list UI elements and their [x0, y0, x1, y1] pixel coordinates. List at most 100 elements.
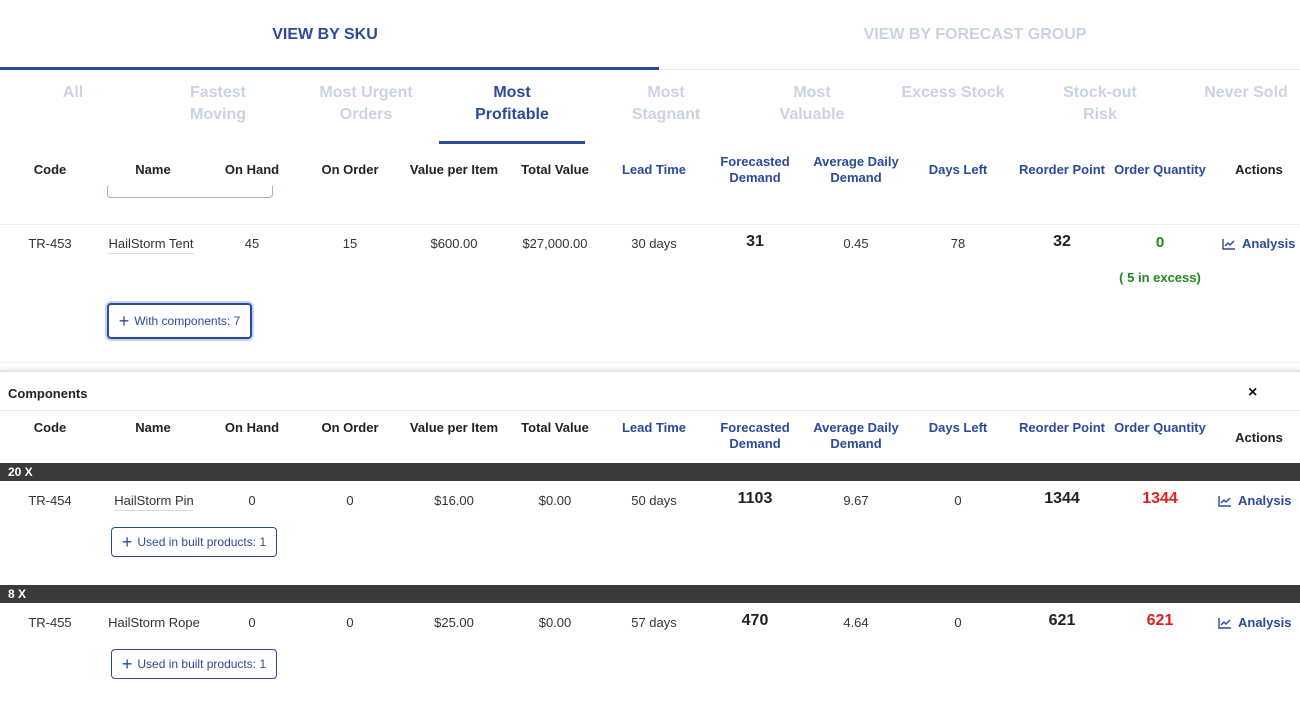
row-excess-note: ( 5 in excess): [1119, 270, 1201, 285]
filter-tab-excess-stock[interactable]: Excess Stock: [892, 82, 1014, 104]
row-divider: [0, 224, 1300, 225]
line-chart-icon: [1218, 495, 1231, 507]
filter-tab-most-valuable[interactable]: Most Valuable: [762, 82, 862, 126]
comp-col-days-left[interactable]: Days Left: [918, 410, 998, 446]
analysis-label: Analysis: [1238, 493, 1292, 508]
used-in-built-products-button[interactable]: + Used in built products: 1: [111, 527, 277, 557]
row-on-order: 15: [342, 236, 358, 251]
filter-tab-never-sold[interactable]: Never Sold: [1196, 82, 1296, 104]
comp-row-average-daily-demand: 4.64: [843, 615, 869, 630]
previous-components-button[interactable]: [107, 186, 273, 198]
col-lead-time[interactable]: Lead Time: [614, 152, 694, 188]
comp-col-on-order[interactable]: On Order: [310, 410, 390, 446]
col-actions: Actions: [1235, 162, 1283, 177]
col-value-per-item[interactable]: Value per Item: [402, 152, 506, 188]
filter-tab-fastest-moving[interactable]: Fastest Moving: [168, 82, 268, 126]
used-in-built-products-button[interactable]: + Used in built products: 1: [111, 649, 277, 679]
quantity-group-bar: 8 X: [0, 585, 1300, 603]
row-reorder-point: 32: [1053, 233, 1071, 250]
row-code: TR-453: [28, 236, 72, 251]
comp-row-on-order: 0: [346, 493, 354, 508]
comp-row-reorder-point: 621: [1048, 612, 1076, 629]
comp-col-forecasted-demand[interactable]: Forecasted Demand: [710, 418, 800, 454]
row-total-value: $27,000.00: [522, 236, 588, 251]
col-on-hand[interactable]: On Hand: [212, 152, 292, 188]
row-on-hand: 45: [244, 236, 260, 251]
comp-row-lead-time: 50 days: [631, 493, 677, 508]
tab-view-by-sku[interactable]: VIEW BY SKU: [0, 0, 650, 70]
comp-row-days-left: 0: [954, 493, 962, 508]
col-average-daily-demand[interactable]: Average Daily Demand: [806, 152, 906, 188]
comp-row-value-per-item: $25.00: [434, 615, 474, 630]
tab-view-by-forecast-group[interactable]: VIEW BY FORECAST GROUP: [650, 0, 1300, 70]
col-total-value[interactable]: Total Value: [512, 152, 598, 188]
analysis-link[interactable]: Analysis: [1218, 615, 1291, 630]
comp-col-on-hand[interactable]: On Hand: [212, 410, 292, 446]
comp-col-lead-time[interactable]: Lead Time: [614, 410, 694, 446]
plus-icon: +: [121, 654, 133, 674]
comp-row-total-value: $0.00: [538, 493, 572, 508]
filter-tab-all[interactable]: All: [40, 82, 106, 104]
comp-col-order-quantity[interactable]: Order Quantity: [1110, 410, 1210, 446]
row-forecasted-demand: 31: [746, 233, 764, 250]
row-value-per-item: $600.00: [430, 236, 478, 251]
used-in-built-products-label: Used in built products: 1: [137, 535, 267, 549]
components-title: Components: [8, 386, 88, 401]
col-reorder-point[interactable]: Reorder Point: [1010, 152, 1114, 188]
components-panel: Components × Code Name On Hand On Order …: [0, 370, 1300, 703]
comp-row-on-hand: 0: [248, 615, 256, 630]
row-average-daily-demand: 0.45: [843, 236, 869, 251]
col-on-order[interactable]: On Order: [310, 152, 390, 188]
col-forecasted-demand[interactable]: Forecasted Demand: [710, 152, 800, 188]
comp-row-lead-time: 57 days: [631, 615, 677, 630]
comp-col-reorder-point[interactable]: Reorder Point: [1010, 410, 1114, 446]
row-order-quantity: 0: [1155, 234, 1165, 251]
comp-col-code[interactable]: Code: [20, 410, 80, 446]
comp-row-reorder-point: 1344: [1044, 490, 1080, 507]
comp-col-value-per-item[interactable]: Value per Item: [402, 410, 506, 446]
plus-icon: +: [121, 532, 133, 552]
view-tabs-divider: [659, 69, 1300, 70]
filter-tab-most-stagnant[interactable]: Most Stagnant: [616, 82, 716, 126]
col-order-quantity[interactable]: Order Quantity: [1110, 152, 1210, 188]
comp-row-total-value: $0.00: [538, 615, 572, 630]
quantity-group-bar: 20 X: [0, 463, 1300, 481]
line-chart-icon: [1222, 238, 1235, 250]
line-chart-icon: [1218, 617, 1231, 629]
filter-tabs: All Fastest Moving Most Urgent Orders Mo…: [0, 82, 1300, 148]
view-tabs: VIEW BY SKU VIEW BY FORECAST GROUP: [0, 0, 1300, 70]
comp-row-forecasted-demand: 1103: [737, 490, 773, 507]
row-lead-time: 30 days: [631, 236, 677, 251]
comp-row-name[interactable]: HailStorm Pin: [114, 493, 194, 511]
comp-row-name[interactable]: HailStorm Rope: [100, 615, 208, 630]
filter-tab-stock-out-risk[interactable]: Stock-out Risk: [1048, 82, 1152, 126]
col-days-left[interactable]: Days Left: [918, 152, 998, 188]
col-name[interactable]: Name: [108, 152, 198, 188]
with-components-button[interactable]: + With components: 7: [107, 303, 252, 339]
analysis-label: Analysis: [1242, 236, 1296, 251]
comp-col-total-value[interactable]: Total Value: [512, 410, 598, 446]
col-code[interactable]: Code: [20, 152, 80, 188]
comp-row-forecasted-demand: 470: [741, 612, 769, 629]
analysis-label: Analysis: [1238, 615, 1292, 630]
analysis-link[interactable]: Analysis: [1218, 493, 1291, 508]
comp-col-name[interactable]: Name: [108, 410, 198, 446]
comp-row-order-quantity: 621: [1146, 612, 1174, 629]
with-components-label: With components: 7: [134, 314, 241, 328]
comp-row-order-quantity: 1344: [1142, 490, 1178, 507]
comp-row-code: TR-455: [28, 615, 72, 630]
plus-icon: +: [118, 311, 130, 331]
comp-col-average-daily-demand[interactable]: Average Daily Demand: [806, 418, 906, 454]
comp-col-actions: Actions: [1235, 430, 1283, 445]
filter-tab-most-profitable[interactable]: Most Profitable: [462, 82, 562, 126]
filter-tab-most-urgent-orders[interactable]: Most Urgent Orders: [306, 82, 426, 126]
row-days-left: 78: [950, 236, 966, 251]
close-icon[interactable]: ×: [1248, 384, 1257, 402]
comp-row-days-left: 0: [954, 615, 962, 630]
table-header: Code Name On Hand On Order Value per Ite…: [0, 152, 1300, 188]
active-filter-indicator: [439, 141, 585, 144]
components-table-header: Code Name On Hand On Order Value per Ite…: [0, 412, 1300, 464]
row-name[interactable]: HailStorm Tent: [108, 236, 194, 254]
analysis-link[interactable]: Analysis: [1222, 236, 1295, 251]
comp-row-on-order: 0: [346, 615, 354, 630]
